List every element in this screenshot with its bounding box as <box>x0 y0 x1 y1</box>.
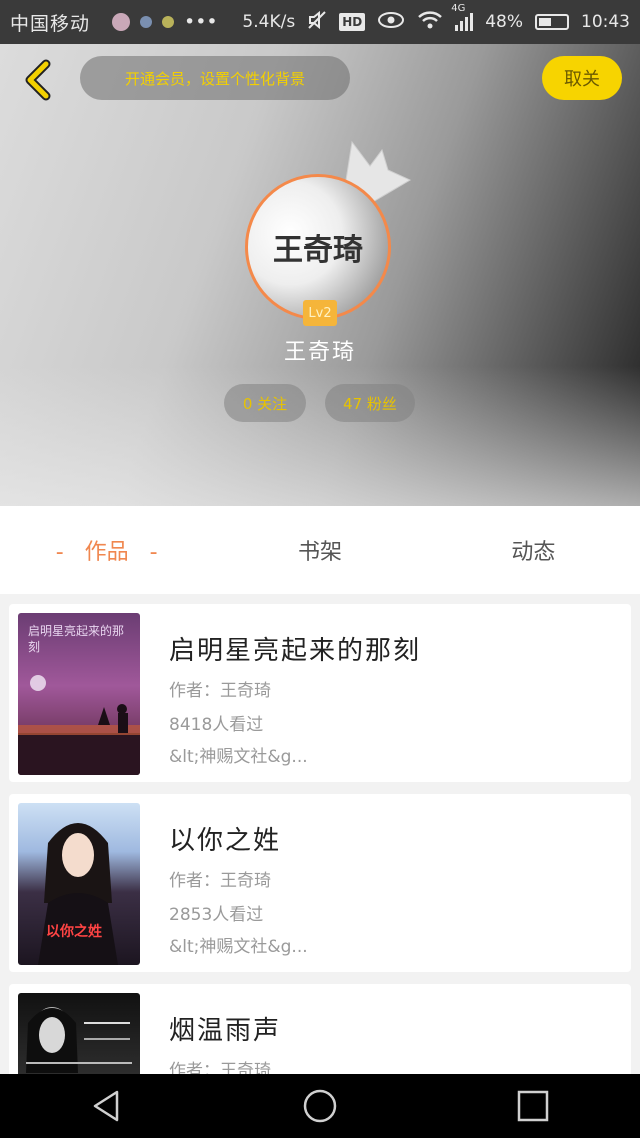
profile-header: 开通会员，设置个性化背景 取关 王奇琦 Lv2 王奇琦 0 关注 47 粉丝 <box>0 44 640 506</box>
list-item[interactable]: 启明星亮起来的那刻 启明星亮起来的那刻 作者：王奇琦 8418人看过 &lt;神… <box>9 604 631 782</box>
back-triangle-icon[interactable] <box>87 1086 127 1126</box>
cover-title: 以你之姓 <box>46 924 102 940</box>
back-arrow-icon <box>25 59 51 101</box>
tab-activity[interactable]: 动态 <box>427 534 640 566</box>
level-badge: Lv2 <box>303 300 337 326</box>
avatar: 王奇琦 <box>245 174 391 320</box>
book-cover: 启明星亮起来的那刻 <box>18 613 140 775</box>
vip-banner-button[interactable]: 开通会员，设置个性化背景 <box>80 56 350 100</box>
app-notification-icon <box>112 13 131 31</box>
app-notification-icon <box>162 16 175 28</box>
network-speed: 5.4K/s <box>242 12 296 32</box>
unfollow-button[interactable]: 取关 <box>542 56 622 100</box>
cover-art <box>26 1007 132 1073</box>
list-item[interactable]: 以你之姓 以你之姓 作者：王奇琦 2853人看过 &lt;神赐文社&g... <box>9 794 631 972</box>
book-title: 烟温雨声 <box>169 1016 282 1046</box>
book-publisher: &lt;神赐文社&g... <box>169 747 308 767</box>
home-circle-icon[interactable] <box>300 1086 340 1126</box>
app-notification-icon <box>140 16 153 28</box>
wifi-icon <box>417 10 443 35</box>
fans-count-button[interactable]: 47 粉丝 <box>325 384 415 422</box>
tab-works[interactable]: - 作品 - <box>0 534 213 566</box>
tab-label: 作品 <box>84 540 129 565</box>
more-dots-icon: ••• <box>184 11 218 33</box>
profile-tabs: - 作品 - 书架 动态 <box>0 506 640 594</box>
network-type: 4G <box>451 3 466 14</box>
tab-bookshelf[interactable]: 书架 <box>213 534 426 566</box>
book-title: 启明星亮起来的那刻 <box>169 636 422 666</box>
system-navigation-bar <box>0 1074 640 1138</box>
book-author: 作者：王奇琦 <box>169 681 271 701</box>
signal-icon: 4G <box>451 3 474 31</box>
book-title: 以你之姓 <box>169 826 282 856</box>
book-views: 2853人看过 <box>169 905 264 925</box>
tab-dash-left: - <box>55 540 85 565</box>
clock: 10:43 <box>581 12 630 32</box>
book-publisher: &lt;神赐文社&g... <box>169 937 308 957</box>
list-item[interactable]: 烟温雨声 作者：王奇琦 <box>9 984 631 1074</box>
status-bar: 中国移动 ••• 5.4K/s HD 4G 48% 10:43 <box>0 0 640 44</box>
book-author: 作者：王奇琦 <box>169 871 271 891</box>
back-button[interactable] <box>18 58 62 102</box>
hd-badge: HD <box>339 13 366 31</box>
battery-icon <box>535 14 569 30</box>
carrier-label: 中国移动 <box>10 12 91 35</box>
mute-icon <box>307 10 327 35</box>
battery-percent: 48% <box>485 12 523 32</box>
eye-icon <box>377 11 405 34</box>
book-views: 8418人看过 <box>169 715 264 735</box>
cover-title: 启明星亮起来的那刻 <box>28 624 125 654</box>
username: 王奇琦 <box>283 340 356 365</box>
book-cover: 以你之姓 <box>18 803 140 965</box>
notification-icons: ••• <box>112 11 218 33</box>
works-list: 启明星亮起来的那刻 启明星亮起来的那刻 作者：王奇琦 8418人看过 &lt;神… <box>0 594 640 1074</box>
book-cover <box>18 993 140 1074</box>
recents-square-icon[interactable] <box>513 1086 553 1126</box>
following-count-button[interactable]: 0 关注 <box>224 384 306 422</box>
book-author: 作者：王奇琦 <box>169 1061 271 1074</box>
tab-dash-right: - <box>128 540 158 565</box>
